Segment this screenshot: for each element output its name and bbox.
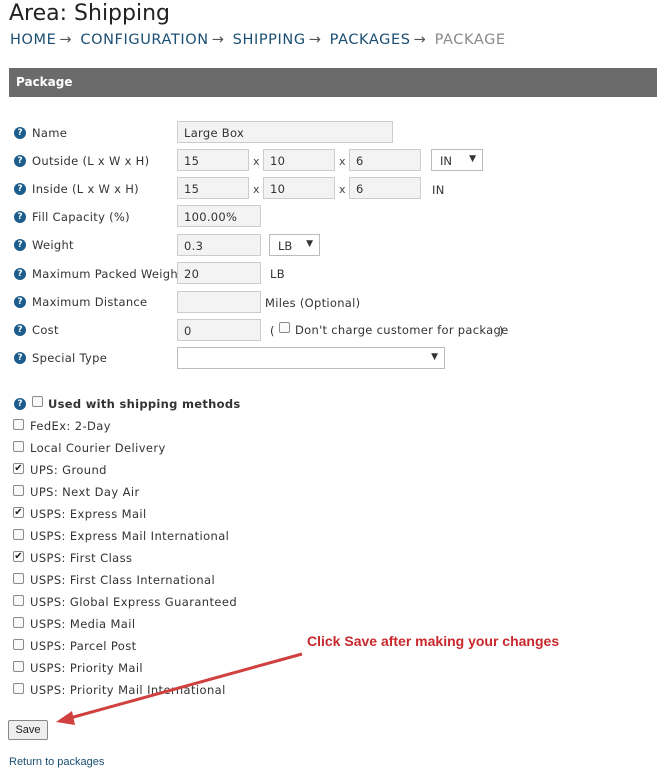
annotation-arrow-head (56, 711, 75, 725)
return-to-packages-link[interactable]: Return to packages (9, 756, 104, 768)
annotation-arrow-line (69, 652, 303, 720)
save-button[interactable]: Save (8, 720, 48, 740)
annotation-arrow (56, 652, 303, 725)
